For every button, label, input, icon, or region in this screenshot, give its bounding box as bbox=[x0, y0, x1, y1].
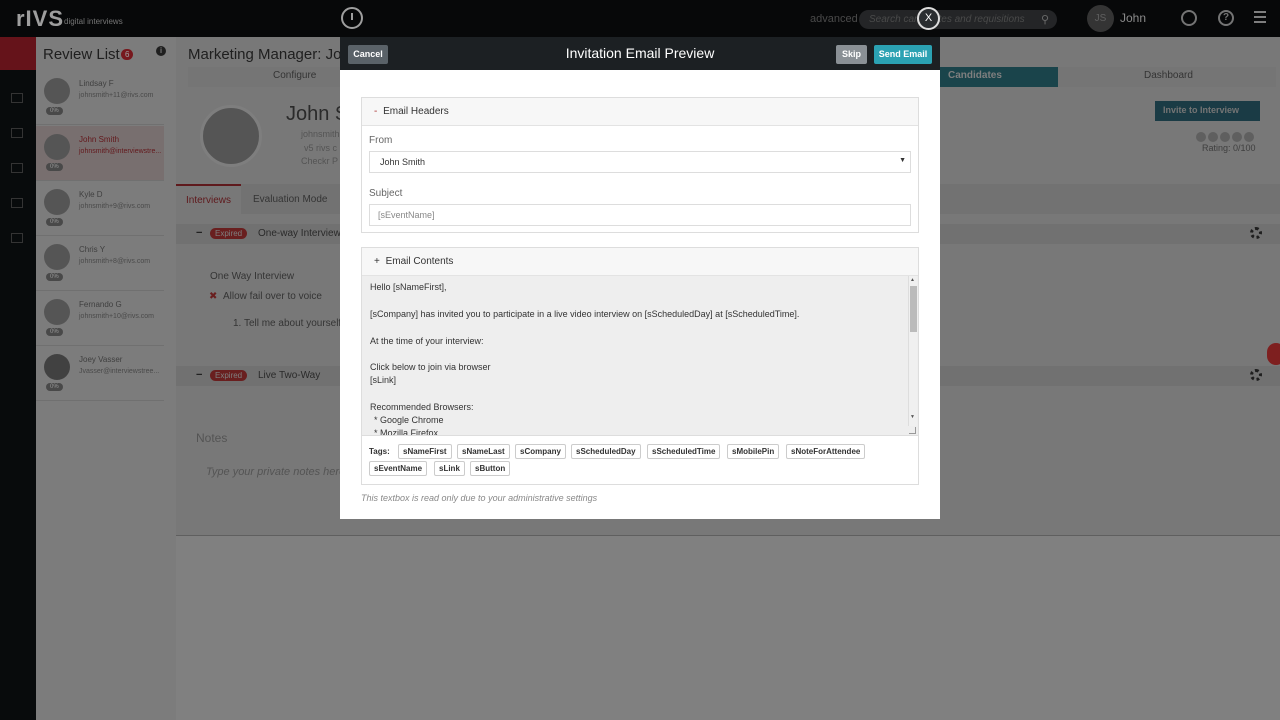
send-email-button[interactable]: Send Email bbox=[874, 45, 932, 64]
tag-button[interactable]: sNameFirst bbox=[398, 444, 452, 459]
from-value: John Smith bbox=[380, 157, 426, 167]
email-headers-panel: - Email Headers From John Smith ▼ Subjec… bbox=[361, 97, 919, 233]
skip-button[interactable]: Skip bbox=[836, 45, 867, 64]
email-headers-toggle[interactable]: - Email Headers bbox=[362, 98, 918, 126]
subject-field[interactable]: [sEventName] bbox=[369, 204, 911, 226]
body-line: Click below to join via browser bbox=[370, 362, 491, 372]
chevron-down-icon: ▼ bbox=[899, 157, 906, 164]
expand-sign: + bbox=[374, 256, 380, 267]
scroll-down-icon[interactable]: ▼ bbox=[910, 414, 915, 420]
textarea-scrollbar[interactable]: ▲ ▼ bbox=[908, 276, 917, 426]
modal-header: Invitation Email Preview Cancel Skip Sen… bbox=[340, 37, 940, 70]
tag-button[interactable]: sNameLast bbox=[457, 444, 510, 459]
body-line: Recommended Browsers: bbox=[370, 402, 474, 412]
from-label: From bbox=[369, 135, 393, 146]
email-headers-title: Email Headers bbox=[383, 106, 449, 117]
body-line: * Google Chrome bbox=[374, 415, 444, 425]
tag-button[interactable]: sMobilePin bbox=[727, 444, 780, 459]
resize-handle-icon[interactable] bbox=[909, 427, 916, 434]
tag-button[interactable]: sEventName bbox=[369, 461, 428, 476]
tag-button[interactable]: sButton bbox=[470, 461, 511, 476]
tag-button[interactable]: sNoteForAttendee bbox=[786, 444, 866, 459]
body-line: [sLink] bbox=[370, 375, 397, 385]
readonly-note: This textbox is read only due to your ad… bbox=[361, 493, 598, 503]
close-icon[interactable]: X bbox=[917, 7, 940, 30]
email-contents-title: Email Contents bbox=[385, 256, 454, 267]
invitation-email-modal: Invitation Email Preview Cancel Skip Sen… bbox=[340, 37, 940, 519]
tag-button[interactable]: sScheduledDay bbox=[571, 444, 641, 459]
subject-label: Subject bbox=[369, 188, 403, 199]
body-line: At the time of your interview: bbox=[370, 336, 484, 346]
scroll-up-icon[interactable]: ▲ bbox=[910, 277, 915, 283]
from-select[interactable]: John Smith ▼ bbox=[369, 151, 911, 173]
tag-button[interactable]: sCompany bbox=[515, 444, 566, 459]
cancel-button[interactable]: Cancel bbox=[348, 45, 388, 64]
email-contents-toggle[interactable]: + Email Contents bbox=[362, 248, 918, 276]
body-line: Hello [sNameFirst], bbox=[370, 282, 447, 292]
tag-button[interactable]: sScheduledTime bbox=[647, 444, 721, 459]
body-line: * Mozilla Firefox bbox=[374, 428, 439, 436]
email-body-textarea[interactable]: Hello [sNameFirst], [sCompany] has invit… bbox=[362, 276, 918, 436]
email-contents-panel: + Email Contents Hello [sNameFirst], [sC… bbox=[361, 247, 919, 485]
tag-button[interactable]: sLink bbox=[434, 461, 465, 476]
scroll-thumb[interactable] bbox=[910, 286, 917, 332]
tags-label: Tags: bbox=[369, 447, 390, 456]
collapse-sign: - bbox=[374, 106, 378, 117]
body-line: [sCompany] has invited you to participat… bbox=[370, 309, 800, 319]
